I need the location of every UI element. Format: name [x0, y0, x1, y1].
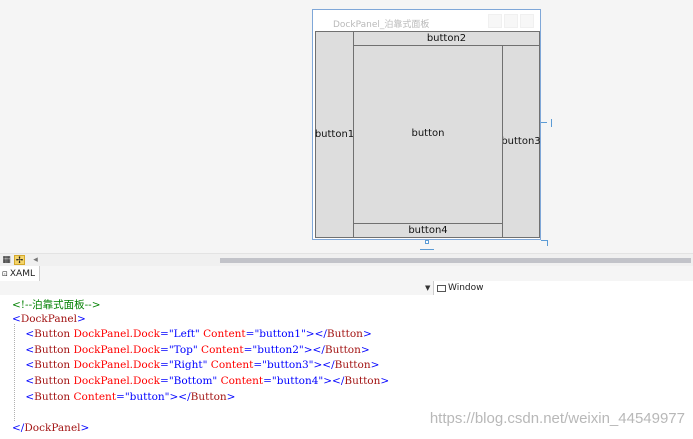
code-token: <: [12, 312, 21, 325]
maximize-icon: [504, 14, 518, 28]
code-token: >: [370, 359, 380, 372]
code-token: >: [76, 312, 86, 325]
code-token: >: [226, 390, 236, 403]
code-line[interactable]: <!--泊靠式面板-->: [12, 297, 101, 312]
button1-left[interactable]: button1: [315, 31, 354, 238]
code-token: <: [12, 343, 35, 356]
code-line[interactable]: <Button DockPanel.Dock="Left" Content="b…: [12, 328, 372, 341]
code-token: Button: [344, 375, 381, 387]
code-token: ="button1"></: [245, 328, 327, 341]
code-token: DockPanel.Dock: [70, 343, 161, 356]
window-preview[interactable]: DockPanel_泊靠式面板 button1 button2 button3 …: [312, 9, 541, 240]
button2-top[interactable]: button2: [353, 31, 540, 46]
code-token: ="Right": [160, 359, 208, 372]
element-selector[interactable]: Window: [433, 281, 693, 295]
snap-icon[interactable]: ✢: [14, 255, 25, 266]
code-token: <: [12, 375, 35, 387]
code-line[interactable]: <Button Content="button"></Button>: [12, 391, 235, 403]
resize-handle-right[interactable]: [541, 122, 547, 123]
chevron-down-icon[interactable]: ▼: [425, 281, 430, 295]
code-token: <: [12, 328, 35, 341]
code-token: >: [380, 375, 390, 387]
code-token: ="button"></: [116, 390, 191, 403]
code-line[interactable]: <Button DockPanel.Dock="Right" Content="…: [12, 359, 379, 371]
scroll-left-icon[interactable]: ◂: [30, 255, 41, 265]
code-token: Button: [34, 343, 71, 356]
button3-right[interactable]: button3: [501, 45, 541, 238]
resize-marker-bottom: [420, 249, 434, 250]
window-title: DockPanel_泊靠式面板: [333, 20, 430, 30]
resize-marker-right: [551, 119, 552, 127]
code-token: <: [12, 390, 35, 403]
code-line[interactable]: <Button DockPanel.Dock="Bottom" Content=…: [12, 375, 389, 387]
code-token: Button: [334, 359, 371, 372]
scrollbar-thumb[interactable]: [220, 258, 691, 263]
tab-xaml[interactable]: ⊡ XAML: [0, 266, 40, 281]
code-token: <: [12, 359, 35, 372]
code-token: Button: [34, 390, 71, 403]
code-token: ="Left": [160, 328, 200, 341]
grid-icon[interactable]: ▦: [1, 255, 12, 265]
code-line[interactable]: </DockPanel>: [12, 422, 89, 434]
code-token: Content: [207, 359, 254, 372]
resize-handle-bottom[interactable]: [425, 240, 429, 244]
code-token: DockPanel.Dock: [70, 375, 161, 387]
code-line[interactable]: <Button DockPanel.Dock="Top" Content="bu…: [12, 343, 370, 356]
code-token: ="Top": [160, 343, 198, 356]
code-token: Button: [34, 359, 71, 372]
code-token: ="button2"></: [243, 343, 325, 356]
code-token: Content: [197, 343, 244, 356]
button4-bottom[interactable]: button4: [353, 223, 503, 238]
dock-panel: button1 button2 button3 button4 button: [315, 31, 541, 238]
xaml-code-editor[interactable]: <!--泊靠式面板--> <DockPanel> <Button DockPane…: [0, 295, 693, 439]
designer-surface[interactable]: DockPanel_泊靠式面板 button1 button2 button3 …: [0, 0, 693, 253]
code-token: Button: [34, 328, 71, 341]
watermark: https://blog.csdn.net/weixin_44549977: [429, 410, 685, 427]
code-token: DockPanel.Dock: [70, 328, 161, 341]
window-element-icon: [437, 284, 446, 292]
code-token: Button: [324, 343, 361, 356]
code-token: >: [362, 328, 372, 341]
code-line[interactable]: <DockPanel>: [12, 313, 86, 325]
code-token: ="button4"></: [263, 375, 345, 387]
code-token: DockPanel: [24, 421, 81, 434]
view-tab-strip: ⊡ XAML: [0, 266, 693, 282]
button-fill[interactable]: button: [353, 45, 503, 224]
code-token: ="Bottom": [160, 375, 218, 387]
designer-horizontal-scrollbar[interactable]: ▦ ✢ ◂: [0, 253, 693, 266]
code-token: </: [12, 421, 25, 434]
code-token: >: [360, 343, 370, 356]
xaml-icon: ⊡: [2, 269, 8, 278]
code-token: <!--泊靠式面板-->: [12, 299, 101, 311]
code-token: >: [80, 421, 90, 434]
code-token: DockPanel.Dock: [70, 359, 161, 372]
code-token: Content: [217, 375, 264, 387]
minimize-icon: [488, 14, 502, 28]
resize-handle-corner-v: [547, 240, 548, 246]
navigation-bar: ▼ Window: [0, 281, 693, 296]
code-token: ="button3"></: [253, 359, 335, 372]
code-token: DockPanel: [20, 312, 77, 325]
code-token: Content: [70, 390, 117, 403]
element-selector-label: Window: [448, 283, 484, 293]
code-token: Button: [34, 375, 71, 387]
window-caption-buttons: [488, 14, 534, 28]
code-token: Content: [199, 328, 246, 341]
code-token: Button: [326, 328, 363, 341]
code-token: Button: [190, 390, 227, 403]
tab-xaml-label: XAML: [9, 268, 35, 279]
close-icon: [520, 14, 534, 28]
